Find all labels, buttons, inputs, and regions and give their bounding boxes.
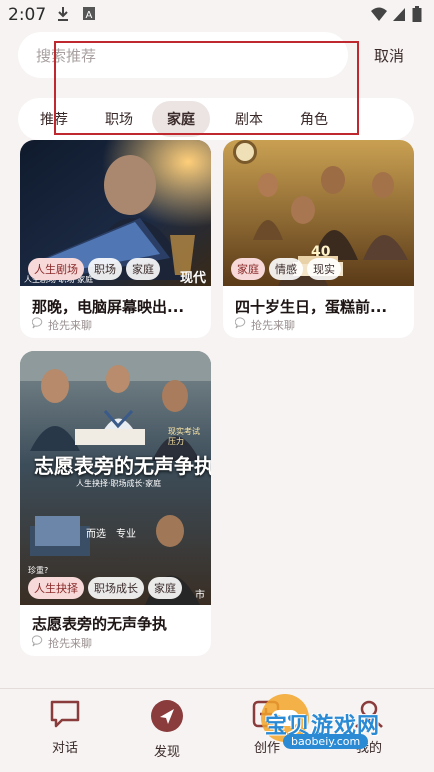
battery-icon [412, 6, 422, 22]
watermark-url: baobeiy.com [283, 734, 369, 749]
nav-label: 对话 [51, 741, 78, 756]
card-title: 四十岁生日，蛋糕前... [235, 298, 388, 316]
poster-subline: 人生抉择·职场成长·家庭 [76, 479, 162, 488]
tag: 人生剧场 [28, 258, 84, 280]
status-time: 2:07 [8, 5, 47, 25]
card-tags: 人生剧场 职场 家庭 [28, 258, 160, 280]
tag: 人生抉择 [28, 577, 84, 599]
card-title: 那晚，电脑屏幕映出... [32, 298, 185, 316]
card-title: 志愿表旁的无声争执 [32, 615, 168, 633]
card-subtitle: 抢先来聊 [48, 319, 92, 332]
card-subtitle: 抢先来聊 [48, 637, 92, 650]
highlight-box [54, 41, 359, 135]
app-notification-icon: A [83, 7, 95, 21]
story-card[interactable]: 40 家庭 情感 现实 四十岁生日，蛋糕前... 抢先来聊 [223, 140, 414, 338]
tag: 现实 [307, 258, 341, 280]
poster-corner-text: 珍重? [28, 566, 49, 575]
poster-corner-text-2: 市 [195, 590, 205, 601]
watermark-logo: 宝贝游戏网 baobeiy.com [257, 690, 407, 758]
chat-bubble-icon [235, 317, 246, 329]
chat-bubble-icon [50, 700, 80, 728]
tag: 职场 [88, 258, 122, 280]
compass-icon [151, 700, 183, 732]
poster-headline: 志愿表旁的无声争执 [34, 454, 211, 478]
nav-label: 发现 [153, 745, 180, 760]
svg-text:A: A [86, 10, 93, 21]
signal-icon [393, 8, 405, 21]
poster-side-text: 现实考试压力 [168, 427, 200, 446]
card-tags: 人生抉择 职场成长 家庭 [28, 577, 182, 599]
card-subtitle: 抢先来聊 [251, 319, 295, 332]
card-era-badge: 现代 [180, 271, 207, 286]
status-bar: 2:07 A [0, 0, 434, 30]
story-card[interactable]: 志愿表旁的无声争执 人生抉择·职场成长·家庭 现实考试压力 而选 专业 珍重? … [20, 351, 211, 656]
tag: 家庭 [126, 258, 160, 280]
tag: 家庭 [231, 258, 265, 280]
nav-discover[interactable]: 发现 [137, 699, 197, 760]
chat-bubble-icon [32, 635, 43, 647]
tag: 情感 [269, 258, 303, 280]
nav-chat[interactable]: 对话 [35, 699, 95, 756]
chat-bubble-icon [32, 317, 43, 329]
download-icon [58, 7, 68, 21]
poster-mid-text: 而选 专业 [86, 529, 136, 540]
cancel-button[interactable]: 取消 [374, 45, 404, 66]
wifi-icon [371, 7, 387, 21]
tag: 家庭 [148, 577, 182, 599]
story-card[interactable]: 现代 人生剧场·职场·家庭 人生剧场 职场 家庭 那晚，电脑屏幕映出... 抢先… [20, 140, 211, 338]
card-tags: 家庭 情感 现实 [231, 258, 341, 280]
tag: 职场成长 [88, 577, 144, 599]
